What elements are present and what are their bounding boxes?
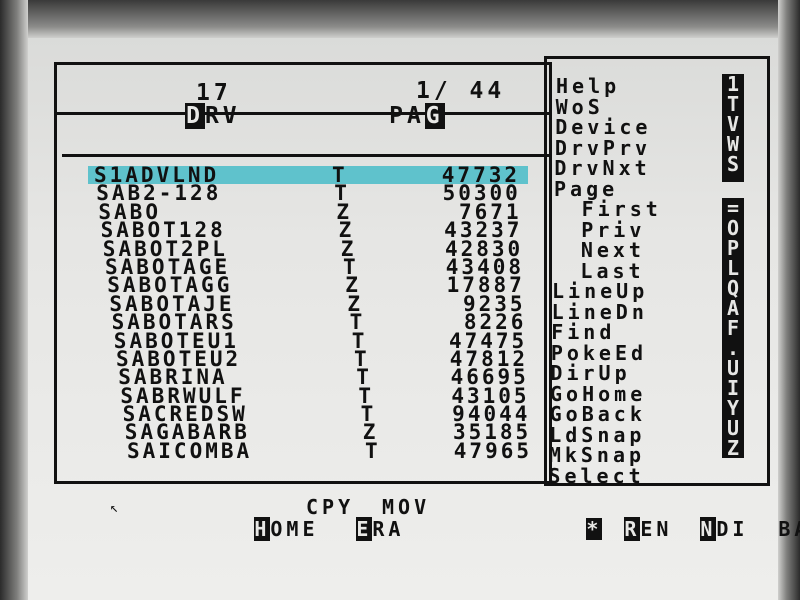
menu-item-help[interactable]: Help	[556, 76, 716, 97]
file-list: S1ADVLND T 47732 SAB2-128 T 50300 SABO Z 7671 SAB…	[88, 165, 529, 461]
menu-item-ldsnap[interactable]: LdSnap	[549, 425, 716, 446]
menu-item-drvnxt[interactable]: DrvNxt	[554, 158, 716, 179]
status-divider	[62, 154, 550, 157]
hotkey-glyph: .	[726, 336, 740, 360]
hotkey-glyph: P	[726, 236, 740, 260]
menu-hotkeys-top: 1TVWS	[722, 74, 744, 182]
menu-item-page[interactable]: Page	[554, 179, 716, 200]
menu-item-last[interactable]: Last	[552, 261, 716, 282]
menu-item-wos[interactable]: WoS	[556, 97, 716, 118]
hotkey-glyph: O	[726, 216, 740, 240]
hotkey-glyph: Y	[726, 396, 740, 420]
menu-item-first[interactable]: First	[554, 199, 716, 220]
hotkey-glyph: Z	[726, 436, 740, 460]
menu-item-dirup[interactable]: DirUp	[550, 363, 716, 384]
menu-item-lineup[interactable]: LineUp	[552, 281, 716, 302]
hotkey-glyph: I	[726, 376, 740, 400]
erase-label: RA	[372, 517, 405, 541]
hotkey-glyph: U	[726, 356, 740, 380]
menu-item-linedn[interactable]: LineDn	[552, 302, 716, 323]
hotkey-glyph: W	[726, 132, 740, 156]
menu-item-mksnap[interactable]: MkSnap	[549, 445, 716, 466]
hotkey-glyph: A	[726, 296, 740, 320]
file-row[interactable]: SAICOMBA T 47965	[121, 438, 540, 463]
pag-hotkey: G	[424, 103, 445, 129]
menu-item-pokeed[interactable]: PokeEd	[551, 343, 716, 364]
menu-item-gohome[interactable]: GoHome	[550, 384, 716, 405]
drv-label: RV	[204, 103, 241, 129]
hotkey-glyph: U	[726, 416, 740, 440]
file-size: 47965	[453, 438, 532, 463]
erase-hotkey: E	[356, 517, 373, 541]
command-menu: Help WoS Device DrvPrv DrvNxt Page First Priv Ne…	[548, 76, 716, 486]
drive-number: 17	[196, 80, 232, 106]
hotkey-glyph: T	[726, 92, 740, 116]
hotkey-glyph: 1	[726, 72, 740, 96]
file-name: SAICOMBA	[127, 438, 253, 463]
menu-item-next[interactable]: Next	[553, 240, 716, 261]
menu-item-priv[interactable]: Priv	[553, 220, 716, 241]
arrow-up-left-icon: ↖	[110, 500, 119, 516]
menu-item-drvprv[interactable]: DrvPrv	[555, 138, 716, 159]
command-bar: ↖ HOME ERA CPY MOV * REN NDI BAK	[110, 496, 800, 541]
drv-hotkey: D	[185, 103, 205, 129]
hotkey-glyph: S	[726, 152, 740, 176]
hotkey-glyph: V	[726, 112, 740, 136]
file-type: T	[365, 438, 381, 463]
pag-label: PA	[389, 103, 425, 129]
menu-hotkeys-bottom: = O P L Q A F. U I Y U Z	[722, 198, 744, 458]
monitor-screen: DRV 17 PAG 1/ 44 S1ADVLND T 47732 SAB2-128 T…	[0, 0, 800, 600]
back-label: BA	[778, 517, 800, 541]
page-counter: 1/ 44	[416, 78, 506, 104]
hotkey-glyph: F	[726, 316, 740, 340]
menu-item-device[interactable]: Device	[555, 117, 716, 138]
back-command[interactable]: BAK	[650, 496, 800, 562]
hotkey-glyph: Q	[726, 276, 740, 300]
move-command[interactable]: MOV	[382, 496, 430, 518]
hotkey-glyph: =	[726, 196, 740, 220]
menu-item-select[interactable]: Select	[548, 466, 716, 487]
menu-item-goback[interactable]: GoBack	[550, 404, 716, 425]
copy-command[interactable]: CPY	[306, 496, 354, 518]
file-browser: DRV 17 PAG 1/ 44 S1ADVLND T 47732 SAB2-128 T…	[0, 0, 800, 600]
hotkey-glyph: L	[726, 256, 740, 280]
menu-item-find[interactable]: Find	[551, 322, 716, 343]
